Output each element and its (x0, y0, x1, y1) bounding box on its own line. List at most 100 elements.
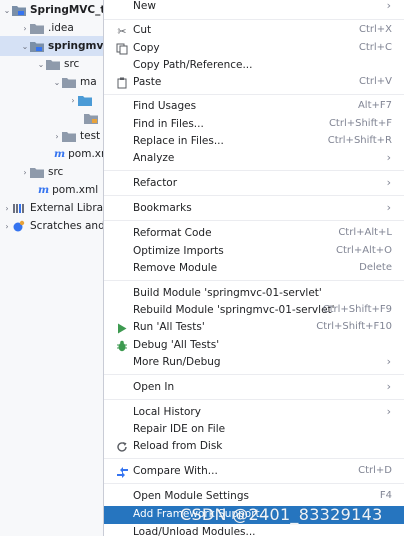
chevron-down-icon[interactable]: ⌄ (20, 39, 30, 53)
menu-item-replace-in-files[interactable]: Replace in Files... Ctrl+Shift+R (104, 133, 404, 151)
tree-item-test[interactable]: › test (0, 126, 110, 146)
menu-item-open-module-settings[interactable]: Open Module Settings F4 (104, 488, 404, 506)
menu-item-label: Find Usages (133, 100, 197, 112)
folder-icon (30, 167, 44, 178)
tree-item-label: test (80, 130, 101, 142)
library-icon (12, 202, 26, 214)
module-folder-icon (12, 5, 26, 16)
menu-item-debug-all-tests[interactable]: Debug 'All Tests' (104, 337, 404, 355)
menu-item-run-all-tests[interactable]: Run 'All Tests' Ctrl+Shift+F10 (104, 319, 404, 337)
tree-item-label: src (48, 166, 64, 178)
menu-separator (104, 220, 404, 221)
source-root-folder-icon (78, 95, 92, 106)
chevron-right-icon[interactable]: › (2, 219, 12, 233)
menu-item-label: Load/Unload Modules... (133, 526, 256, 536)
menu-separator (104, 19, 404, 20)
tree-item-idea[interactable]: › .idea (0, 18, 110, 38)
menu-item-label: Copy Path/Reference... (133, 59, 253, 71)
chevron-right-icon[interactable]: › (2, 201, 12, 215)
menu-item-refactor[interactable]: Refactor › (104, 175, 404, 193)
paste-icon (114, 75, 130, 91)
menu-separator (104, 458, 404, 459)
folder-icon (30, 23, 44, 34)
menu-item-more-run-debug[interactable]: More Run/Debug › (104, 354, 404, 372)
menu-item-label: Bookmarks (133, 202, 192, 214)
shortcut-label: Ctrl+Shift+F9 (322, 304, 392, 315)
menu-item-reformat-code[interactable]: Reformat Code Ctrl+Alt+L (104, 225, 404, 243)
menu-item-open-in[interactable]: Open In › (104, 379, 404, 397)
submenu-arrow-icon: › (386, 0, 391, 12)
chevron-right-icon[interactable]: › (20, 165, 30, 179)
compare-icon (114, 464, 130, 480)
menu-item-label: Remove Module (133, 262, 218, 274)
menu-item-new[interactable]: New › (104, 0, 404, 16)
shortcut-label: Ctrl+V (358, 76, 392, 87)
tree-item-project-root[interactable]: ⌄ SpringMVC_t (0, 0, 110, 20)
menu-item-local-history[interactable]: Local History › (104, 404, 404, 422)
chevron-right-icon[interactable]: › (68, 93, 78, 107)
menu-item-copy[interactable]: Copy Ctrl+C (104, 40, 404, 58)
tree-item-scratches[interactable]: › Scratches and (0, 216, 110, 236)
menu-separator (104, 280, 404, 281)
chevron-down-icon[interactable]: ⌄ (36, 57, 46, 71)
menu-item-build-module[interactable]: Build Module 'springmvc-01-servlet' (104, 285, 404, 303)
tree-item-external-libraries[interactable]: › External Libra (0, 198, 110, 218)
shortcut-label: Ctrl+Alt+L (338, 227, 392, 238)
menu-item-compare-with[interactable]: Compare With... Ctrl+D (104, 463, 404, 481)
submenu-arrow-icon: › (386, 405, 391, 418)
menu-item-analyze[interactable]: Analyze › (104, 150, 404, 168)
tree-item-label: pom.xn (68, 148, 108, 160)
tree-item-label: .idea (48, 22, 74, 34)
submenu-arrow-icon: › (386, 176, 391, 189)
tree-item-main[interactable]: ⌄ ma (0, 72, 110, 92)
chevron-down-icon[interactable]: ⌄ (52, 75, 62, 89)
tree-item-label: SpringMVC_t (30, 4, 106, 16)
menu-item-remove-module[interactable]: Remove Module Delete (104, 260, 404, 278)
shortcut-label: Ctrl+C (358, 42, 392, 53)
tree-item-pom-root[interactable]: m pom.xml (0, 180, 110, 200)
tree-item-pom-module[interactable]: m pom.xn (0, 144, 110, 164)
menu-item-find-in-files[interactable]: Find in Files... Ctrl+Shift+F (104, 116, 404, 134)
menu-item-copy-path[interactable]: Copy Path/Reference... (104, 57, 404, 75)
menu-item-rebuild-module[interactable]: Rebuild Module 'springmvc-01-servlet' Ct… (104, 302, 404, 320)
watermark: CSDN @2401_83329143 (180, 505, 383, 524)
shortcut-label: Ctrl+Shift+F (328, 118, 392, 129)
menu-item-find-usages[interactable]: Find Usages Alt+F7 (104, 98, 404, 116)
tree-item-src[interactable]: ⌄ src (0, 54, 110, 74)
tree-item-label: ma (80, 76, 97, 88)
menu-item-label: Open Module Settings (133, 490, 249, 502)
source-folder-icon (46, 59, 60, 70)
maven-icon: m (54, 148, 66, 160)
menu-item-label: Reload from Disk (133, 440, 223, 452)
reload-icon (114, 439, 130, 455)
run-icon (114, 320, 130, 336)
menu-item-label: Optimize Imports (133, 245, 224, 257)
tree-item-src-root[interactable]: › src (0, 162, 110, 182)
chevron-down-icon[interactable]: ⌄ (2, 3, 12, 17)
shortcut-label: Ctrl+Shift+F10 (316, 321, 392, 332)
tree-item-label: External Libra (30, 202, 104, 214)
menu-item-label: Build Module 'springmvc-01-servlet' (133, 287, 322, 299)
menu-item-load-unload-modules[interactable]: Load/Unload Modules... (104, 524, 404, 536)
submenu-arrow-icon: › (386, 380, 391, 393)
menu-item-reload-from-disk[interactable]: Reload from Disk (104, 438, 404, 456)
shortcut-label: F4 (379, 490, 392, 501)
menu-separator (104, 374, 404, 375)
menu-item-bookmarks[interactable]: Bookmarks › (104, 200, 404, 218)
submenu-arrow-icon: › (386, 151, 391, 164)
menu-item-repair-ide[interactable]: Repair IDE on File (104, 421, 404, 439)
chevron-right-icon[interactable]: › (20, 21, 30, 35)
chevron-right-icon[interactable]: › (52, 129, 62, 143)
tree-item-springmvc-module[interactable]: ⌄ springmvc (0, 36, 110, 56)
tree-item-java[interactable]: › (0, 90, 110, 110)
tree-item-resources[interactable] (0, 108, 110, 128)
menu-item-paste[interactable]: Paste Ctrl+V (104, 74, 404, 92)
shortcut-label: Ctrl+X (358, 24, 392, 35)
menu-item-cut[interactable]: ✂ Cut Ctrl+X (104, 22, 404, 40)
shortcut-label: Ctrl+Alt+O (336, 245, 392, 256)
menu-item-label: Repair IDE on File (133, 423, 226, 435)
tree-item-label: pom.xml (52, 184, 99, 196)
menu-item-optimize-imports[interactable]: Optimize Imports Ctrl+Alt+O (104, 243, 404, 261)
menu-item-label: Rebuild Module 'springmvc-01-servlet' (133, 304, 335, 316)
menu-item-label: New (133, 0, 156, 12)
